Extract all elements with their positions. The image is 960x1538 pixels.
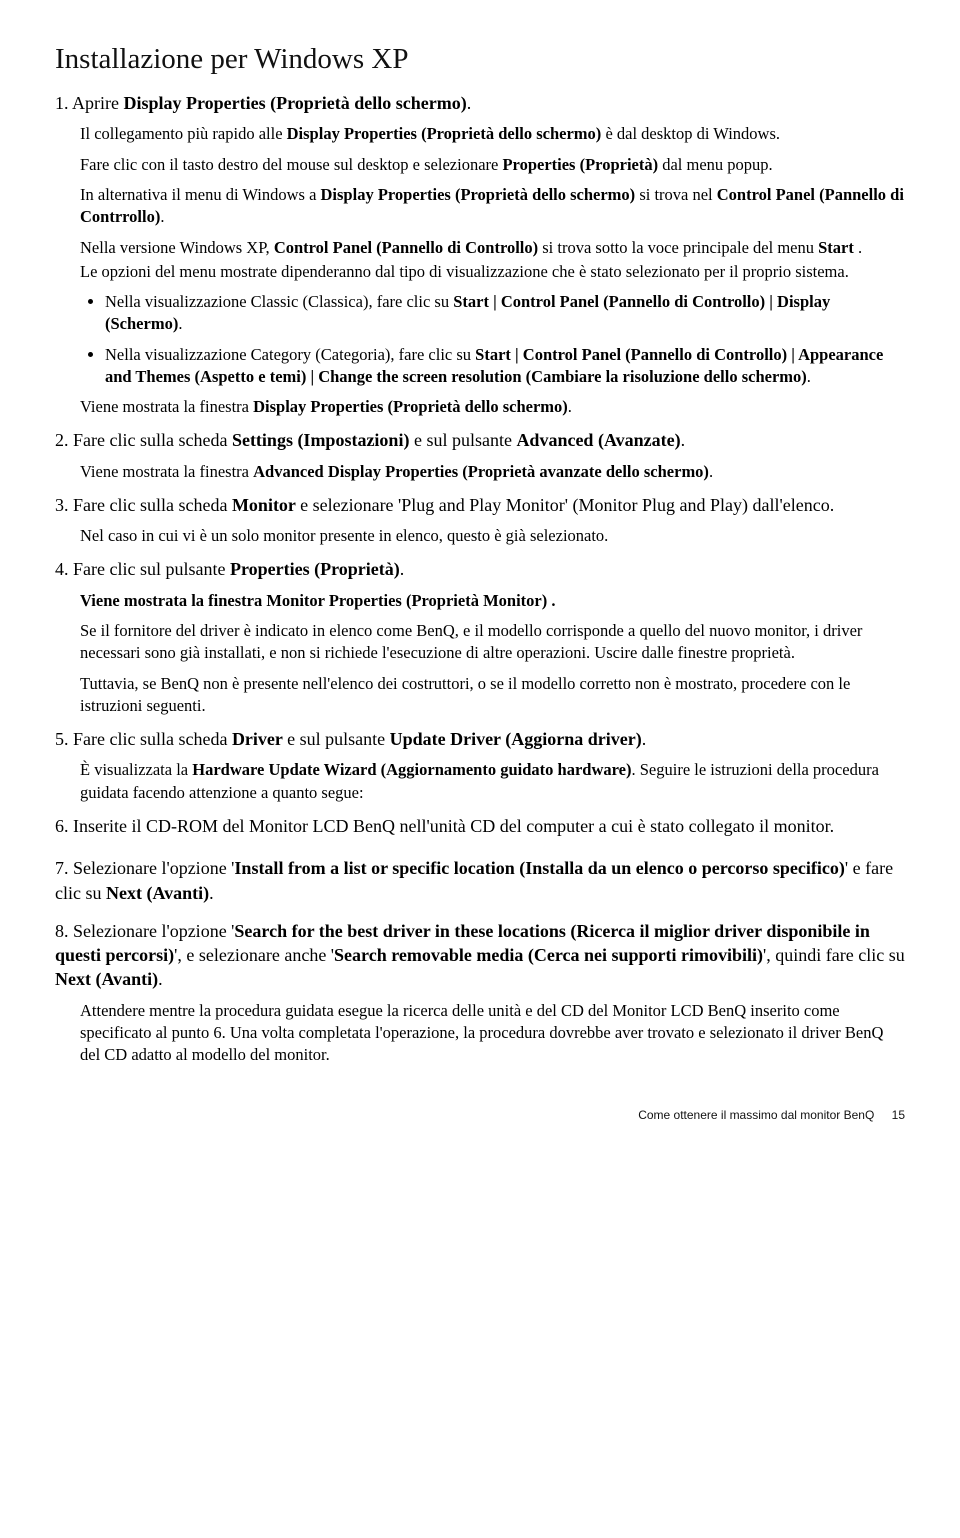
bold: Next (Avanti)	[55, 969, 158, 989]
text: .	[568, 397, 572, 416]
bold: Hardware Update Wizard (Aggiornamento gu…	[192, 760, 631, 779]
paragraph: Nella versione Windows XP, Control Panel…	[80, 237, 905, 259]
text: si trova sotto la voce principale del me…	[542, 238, 818, 257]
paragraph: Attendere mentre la procedura guidata es…	[80, 1000, 905, 1067]
text: e selezionare 'Plug and Play Monitor' (M…	[300, 495, 834, 515]
text: .	[709, 462, 713, 481]
text: .	[400, 559, 405, 579]
bold: Display Properties (Proprietà dello sche…	[321, 185, 640, 204]
text: Selezionare l'opzione '	[73, 858, 234, 878]
text: .	[178, 314, 182, 333]
step-8: 8. Selezionare l'opzione 'Search for the…	[55, 919, 905, 992]
step-5: 5. Fare clic sulla scheda Driver e sul p…	[55, 727, 905, 751]
step-number: 8.	[55, 921, 69, 941]
text: Viene mostrata la finestra	[80, 462, 253, 481]
bold: Start	[818, 238, 858, 257]
paragraph: Le opzioni del menu mostrate dipenderann…	[80, 261, 905, 283]
text: .	[209, 883, 214, 903]
step-6: 6. Inserite il CD-ROM del Monitor LCD Be…	[55, 814, 905, 838]
step-1: 1. Aprire Display Properties (Proprietà …	[55, 91, 905, 115]
bold: Display Properties (Proprietà dello sche…	[253, 397, 568, 416]
bold: Advanced Display Properties (Proprietà a…	[253, 462, 709, 481]
step-7: 7. Selezionare l'opzione 'Install from a…	[55, 856, 905, 905]
bullet-list: Nella visualizzazione Classic (Classica)…	[105, 291, 905, 388]
step-number: 1.	[55, 93, 69, 113]
text: .	[807, 367, 811, 386]
paragraph: Viene mostrata la finestra Advanced Disp…	[80, 461, 905, 483]
bold: Properties (Proprietà)	[230, 559, 400, 579]
bold: Search removable media (Cerca nei suppor…	[334, 945, 763, 965]
text: ', e selezionare anche '	[174, 945, 334, 965]
step-3: 3. Fare clic sulla scheda Monitor e sele…	[55, 493, 905, 517]
bold: Settings (Impostazioni)	[232, 430, 414, 450]
step-number: 3.	[55, 495, 69, 515]
paragraph: Tuttavia, se BenQ non è presente nell'el…	[80, 673, 905, 718]
text: Selezionare l'opzione '	[73, 921, 234, 941]
text: e sul pulsante	[414, 430, 516, 450]
step-bold: Display Properties (Proprietà dello sche…	[124, 93, 467, 113]
paragraph: Viene mostrata la finestra Display Prope…	[80, 396, 905, 418]
paragraph: In alternativa il menu di Windows a Disp…	[80, 184, 905, 229]
list-item: Nella visualizzazione Category (Categori…	[105, 344, 905, 389]
text: ', quindi fare clic su	[763, 945, 905, 965]
text: Nella visualizzazione Category (Categori…	[105, 345, 475, 364]
bold: Update Driver (Aggiorna driver)	[390, 729, 642, 749]
bold: Advanced (Avanzate)	[516, 430, 680, 450]
paragraph: Se il fornitore del driver è indicato in…	[80, 620, 905, 665]
text: .	[858, 238, 862, 257]
step-number: 7.	[55, 858, 69, 878]
text: Fare clic sulla scheda	[73, 729, 232, 749]
step-number: 5.	[55, 729, 69, 749]
bold: Install from a list or specific location…	[234, 858, 844, 878]
step-2: 2. Fare clic sulla scheda Settings (Impo…	[55, 428, 905, 452]
page-footer: Come ottenere il massimo dal monitor Ben…	[55, 1107, 905, 1123]
bold: Display Properties (Proprietà dello sche…	[287, 124, 606, 143]
text: È visualizzata la	[80, 760, 192, 779]
paragraph: È visualizzata la Hardware Update Wizard…	[80, 759, 905, 804]
bold: Monitor	[232, 495, 300, 515]
list-item: Nella visualizzazione Classic (Classica)…	[105, 291, 905, 336]
paragraph: Il collegamento più rapido alle Display …	[80, 123, 905, 145]
step-tail: .	[467, 93, 472, 113]
step-number: 4.	[55, 559, 69, 579]
step-number: 6.	[55, 816, 69, 836]
paragraph: Nel caso in cui vi è un solo monitor pre…	[80, 525, 905, 547]
text: Nella versione Windows XP,	[80, 238, 274, 257]
text: .	[158, 969, 163, 989]
step-text: Aprire	[72, 93, 123, 113]
bold: Next (Avanti)	[106, 883, 209, 903]
text: .	[160, 207, 164, 226]
text: è dal desktop di Windows.	[605, 124, 780, 143]
bold: Control Panel (Pannello di Controllo)	[274, 238, 542, 257]
paragraph: Viene mostrata la finestra Monitor Prope…	[80, 590, 905, 612]
page-title: Installazione per Windows XP	[55, 40, 905, 79]
text: Inserite il CD-ROM del Monitor LCD BenQ …	[73, 816, 834, 836]
bold: Viene mostrata la finestra Monitor Prope…	[80, 591, 555, 610]
text: Il collegamento più rapido alle	[80, 124, 287, 143]
text: Viene mostrata la finestra	[80, 397, 253, 416]
text: Fare clic con il tasto destro del mouse …	[80, 155, 502, 174]
text: Fare clic sul pulsante	[73, 559, 230, 579]
text: In alternativa il menu di Windows a	[80, 185, 321, 204]
step-4: 4. Fare clic sul pulsante Properties (Pr…	[55, 557, 905, 581]
text: si trova nel	[639, 185, 716, 204]
paragraph: Fare clic con il tasto destro del mouse …	[80, 154, 905, 176]
bold: Properties (Proprietà)	[502, 155, 662, 174]
text: Nella visualizzazione Classic (Classica)…	[105, 292, 453, 311]
bold: Driver	[232, 729, 287, 749]
text: .	[681, 430, 686, 450]
text: Fare clic sulla scheda	[73, 495, 232, 515]
text: .	[642, 729, 647, 749]
footer-text: Come ottenere il massimo dal monitor Ben…	[638, 1108, 874, 1122]
text: dal menu popup.	[662, 155, 772, 174]
page-number: 15	[892, 1108, 905, 1122]
text: Fare clic sulla scheda	[73, 430, 232, 450]
step-number: 2.	[55, 430, 69, 450]
text: e sul pulsante	[287, 729, 389, 749]
